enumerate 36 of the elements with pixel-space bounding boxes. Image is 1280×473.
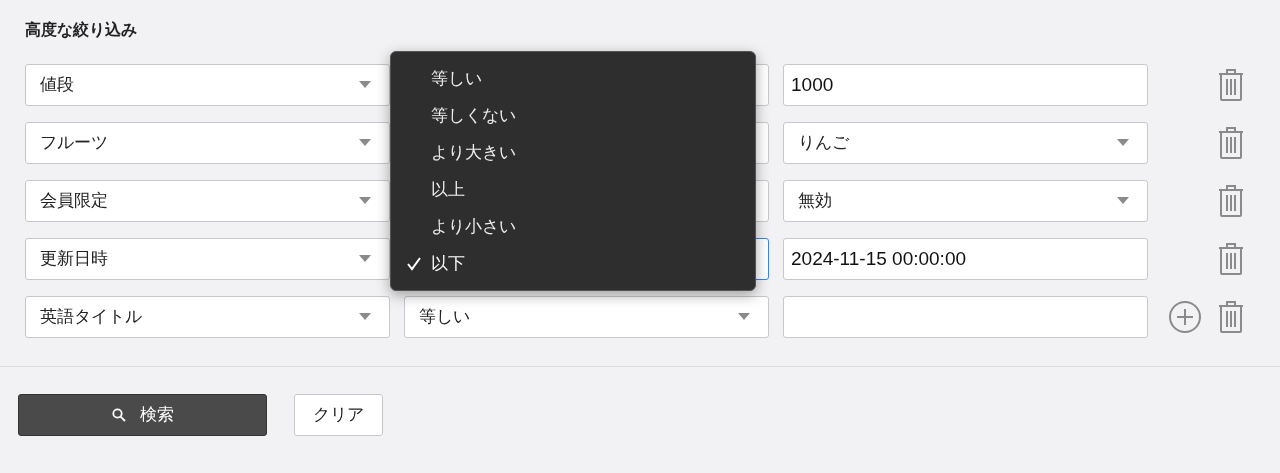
value-field[interactable]: 1000 [783,64,1148,106]
menu-item[interactable]: 以下 [391,245,755,282]
menu-item[interactable]: 等しくない [391,97,755,134]
trash-icon[interactable] [1218,69,1244,101]
field-select[interactable]: 更新日時 [25,238,390,280]
trash-icon[interactable] [1218,127,1244,159]
field-select[interactable]: フルーツ [25,122,390,164]
field-select[interactable]: 英語タイトル [25,296,390,338]
caret-icon [1117,197,1129,205]
search-button[interactable]: 検索 [18,394,267,436]
add-icon[interactable] [1168,300,1202,334]
clear-button[interactable]: クリア [294,394,383,436]
value-select[interactable]: りんご [783,122,1148,164]
value-field[interactable] [783,296,1148,338]
trash-icon[interactable] [1218,185,1244,217]
operator-select[interactable]: 等しい [404,296,769,338]
check-icon [407,256,421,271]
caret-icon [359,313,371,321]
menu-item[interactable]: 等しい [391,60,755,97]
field-select[interactable]: 値段 [25,64,390,106]
caret-icon [359,255,371,263]
caret-icon [359,81,371,89]
caret-icon [1117,139,1129,147]
menu-item[interactable]: より小さい [391,208,755,245]
value-select[interactable]: 無効 [783,180,1148,222]
search-icon [111,408,126,422]
caret-icon [359,197,371,205]
caret-icon [738,313,750,321]
trash-icon[interactable] [1218,243,1244,275]
section-title: 高度な絞り込み [25,20,138,41]
trash-icon[interactable] [1218,301,1244,333]
value-field[interactable]: 2024-11-15 00:00:00 [783,238,1148,280]
menu-item[interactable]: 以上 [391,171,755,208]
field-select[interactable]: 会員限定 [25,180,390,222]
menu-item[interactable]: より大きい [391,134,755,171]
caret-icon [359,139,371,147]
